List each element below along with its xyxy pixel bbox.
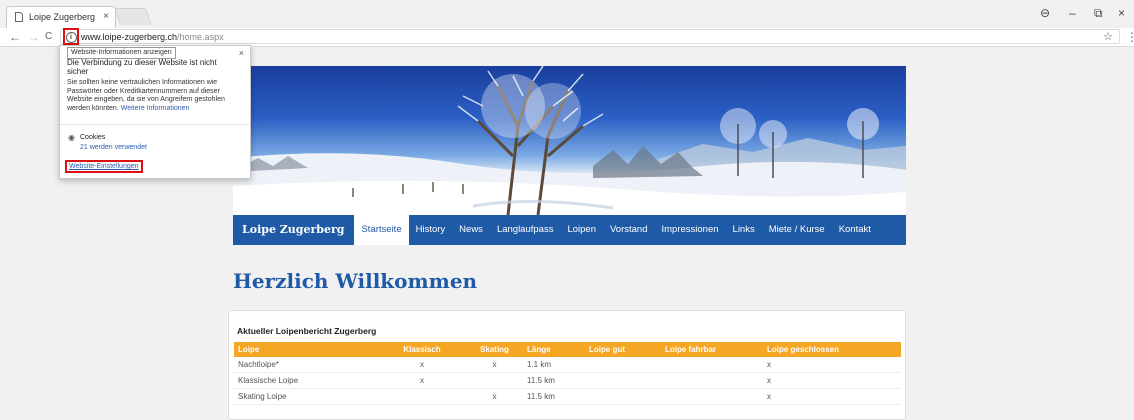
table-cell bbox=[585, 388, 661, 405]
table-cell bbox=[585, 372, 661, 389]
col-header-laenge: Länge bbox=[523, 342, 585, 357]
table-row: Klassische Loipe x 11.5 km x bbox=[234, 372, 901, 389]
nav-loipen[interactable]: Loipen bbox=[560, 215, 603, 245]
main-navbar: Loipe Zugerberg Startseite History News … bbox=[233, 215, 906, 245]
nav-startseite[interactable]: Startseite bbox=[354, 215, 409, 245]
table-cell: Klassische Loipe bbox=[234, 372, 378, 389]
table-cell: x bbox=[763, 357, 901, 373]
table-cell: 11.5 km bbox=[523, 372, 585, 389]
new-tab-button[interactable] bbox=[113, 8, 153, 25]
url-host: www.loipe-zugerberg.ch bbox=[81, 32, 178, 42]
table-header-row: Loipe Klassisch Skating Länge Loipe gut … bbox=[234, 342, 901, 357]
col-header-loipe-fahrbar: Loipe fahrbar bbox=[661, 342, 763, 357]
reload-button[interactable]: C bbox=[45, 29, 52, 45]
table-cell: Skating Loipe bbox=[234, 388, 378, 405]
popup-divider bbox=[60, 124, 250, 125]
table-cell bbox=[661, 357, 763, 373]
site-info-tooltip: Website-Informationen anzeigen bbox=[67, 47, 176, 59]
website-settings-link[interactable]: Website-Einstellungen bbox=[65, 160, 143, 173]
table-cell: 1.1 km bbox=[523, 357, 585, 373]
connection-warning-text: Sie sollten keine vertraulichen Informat… bbox=[67, 79, 237, 113]
table-cell bbox=[585, 357, 661, 373]
table-cell: 11.5 km bbox=[523, 388, 585, 405]
col-header-loipe-geschlossen: Loipe geschlossen bbox=[763, 342, 901, 357]
col-header-skating: Skating bbox=[462, 342, 523, 357]
minimize-button[interactable]: – bbox=[1069, 6, 1076, 20]
site-info-popup: × Die Verbindung zu dieser Website ist n… bbox=[59, 45, 251, 179]
loipen-table: Loipe Klassisch Skating Länge Loipe gut … bbox=[234, 342, 901, 405]
col-header-klassisch: Klassisch bbox=[378, 342, 462, 357]
url-path: /home.aspx bbox=[177, 32, 224, 42]
report-title: Aktueller Loipenbericht Zugerberg bbox=[237, 326, 377, 336]
table-cell: x bbox=[378, 357, 462, 373]
close-window-button[interactable]: × bbox=[1118, 6, 1125, 20]
connection-warning-heading: Die Verbindung zu dieser Website ist nic… bbox=[67, 58, 217, 76]
site-brand[interactable]: Loipe Zugerberg bbox=[233, 215, 354, 245]
info-icon: i bbox=[65, 32, 77, 43]
forward-button[interactable]: → bbox=[28, 29, 40, 45]
nav-miete-kurse[interactable]: Miete / Kurse bbox=[762, 215, 832, 245]
table-row: Skating Loipe x 11.5 km x bbox=[234, 388, 901, 405]
more-info-link[interactable]: Weitere Informationen bbox=[121, 105, 190, 112]
page-title: Herzlich Willkommen bbox=[233, 269, 478, 293]
page-icon bbox=[15, 12, 23, 22]
table-cell: x bbox=[763, 372, 901, 389]
maximize-button[interactable]: ⧉ bbox=[1094, 6, 1103, 21]
winter-landscape-banner bbox=[233, 66, 906, 215]
cookies-label: Cookies bbox=[80, 134, 106, 141]
nav-news[interactable]: News bbox=[452, 215, 490, 245]
tab-title: Loipe Zugerberg - Startse bbox=[29, 12, 95, 22]
nav-history[interactable]: History bbox=[409, 215, 453, 245]
cookie-icon: ◉ bbox=[68, 133, 75, 142]
browser-tab[interactable]: Loipe Zugerberg - Startse × bbox=[6, 6, 116, 28]
back-button[interactable]: ← bbox=[9, 29, 21, 45]
popup-close-icon[interactable]: × bbox=[239, 48, 244, 58]
site-info-button[interactable]: i bbox=[63, 28, 79, 45]
loipenbericht-panel: Aktueller Loipenbericht Zugerberg Loipe … bbox=[228, 310, 906, 420]
col-header-loipe: Loipe bbox=[234, 342, 378, 357]
nav-links[interactable]: Links bbox=[726, 215, 762, 245]
bookmark-star-icon[interactable]: ☆ bbox=[1103, 30, 1113, 43]
table-cell: x bbox=[763, 388, 901, 405]
tab-close-icon[interactable]: × bbox=[103, 7, 109, 27]
table-cell bbox=[661, 388, 763, 405]
col-header-loipe-gut: Loipe gut bbox=[585, 342, 661, 357]
account-icon[interactable]: ⊖ bbox=[1040, 6, 1050, 20]
nav-vorstand[interactable]: Vorstand bbox=[603, 215, 655, 245]
address-bar[interactable]: i www.loipe-zugerberg.ch/home.aspx ☆ bbox=[60, 28, 1120, 45]
chrome-menu-icon[interactable]: ⋮ bbox=[1126, 29, 1134, 45]
table-cell bbox=[378, 388, 462, 405]
table-cell bbox=[462, 372, 523, 389]
table-cell: Nachtloipe* bbox=[234, 357, 378, 373]
url-text[interactable]: www.loipe-zugerberg.ch/home.aspx bbox=[81, 31, 224, 43]
cookies-count-link[interactable]: 21 werden verwendet bbox=[80, 144, 147, 151]
table-row: Nachtloipe* x x 1.1 km x bbox=[234, 357, 901, 373]
nav-impressionen[interactable]: Impressionen bbox=[655, 215, 726, 245]
table-cell bbox=[661, 372, 763, 389]
table-cell: x bbox=[462, 388, 523, 405]
nav-kontakt[interactable]: Kontakt bbox=[832, 215, 878, 245]
tab-strip: Loipe Zugerberg - Startse × ⊖ – ⧉ × bbox=[0, 0, 1134, 28]
nav-langlaufpass[interactable]: Langlaufpass bbox=[490, 215, 561, 245]
table-cell: x bbox=[462, 357, 523, 373]
table-cell: x bbox=[378, 372, 462, 389]
